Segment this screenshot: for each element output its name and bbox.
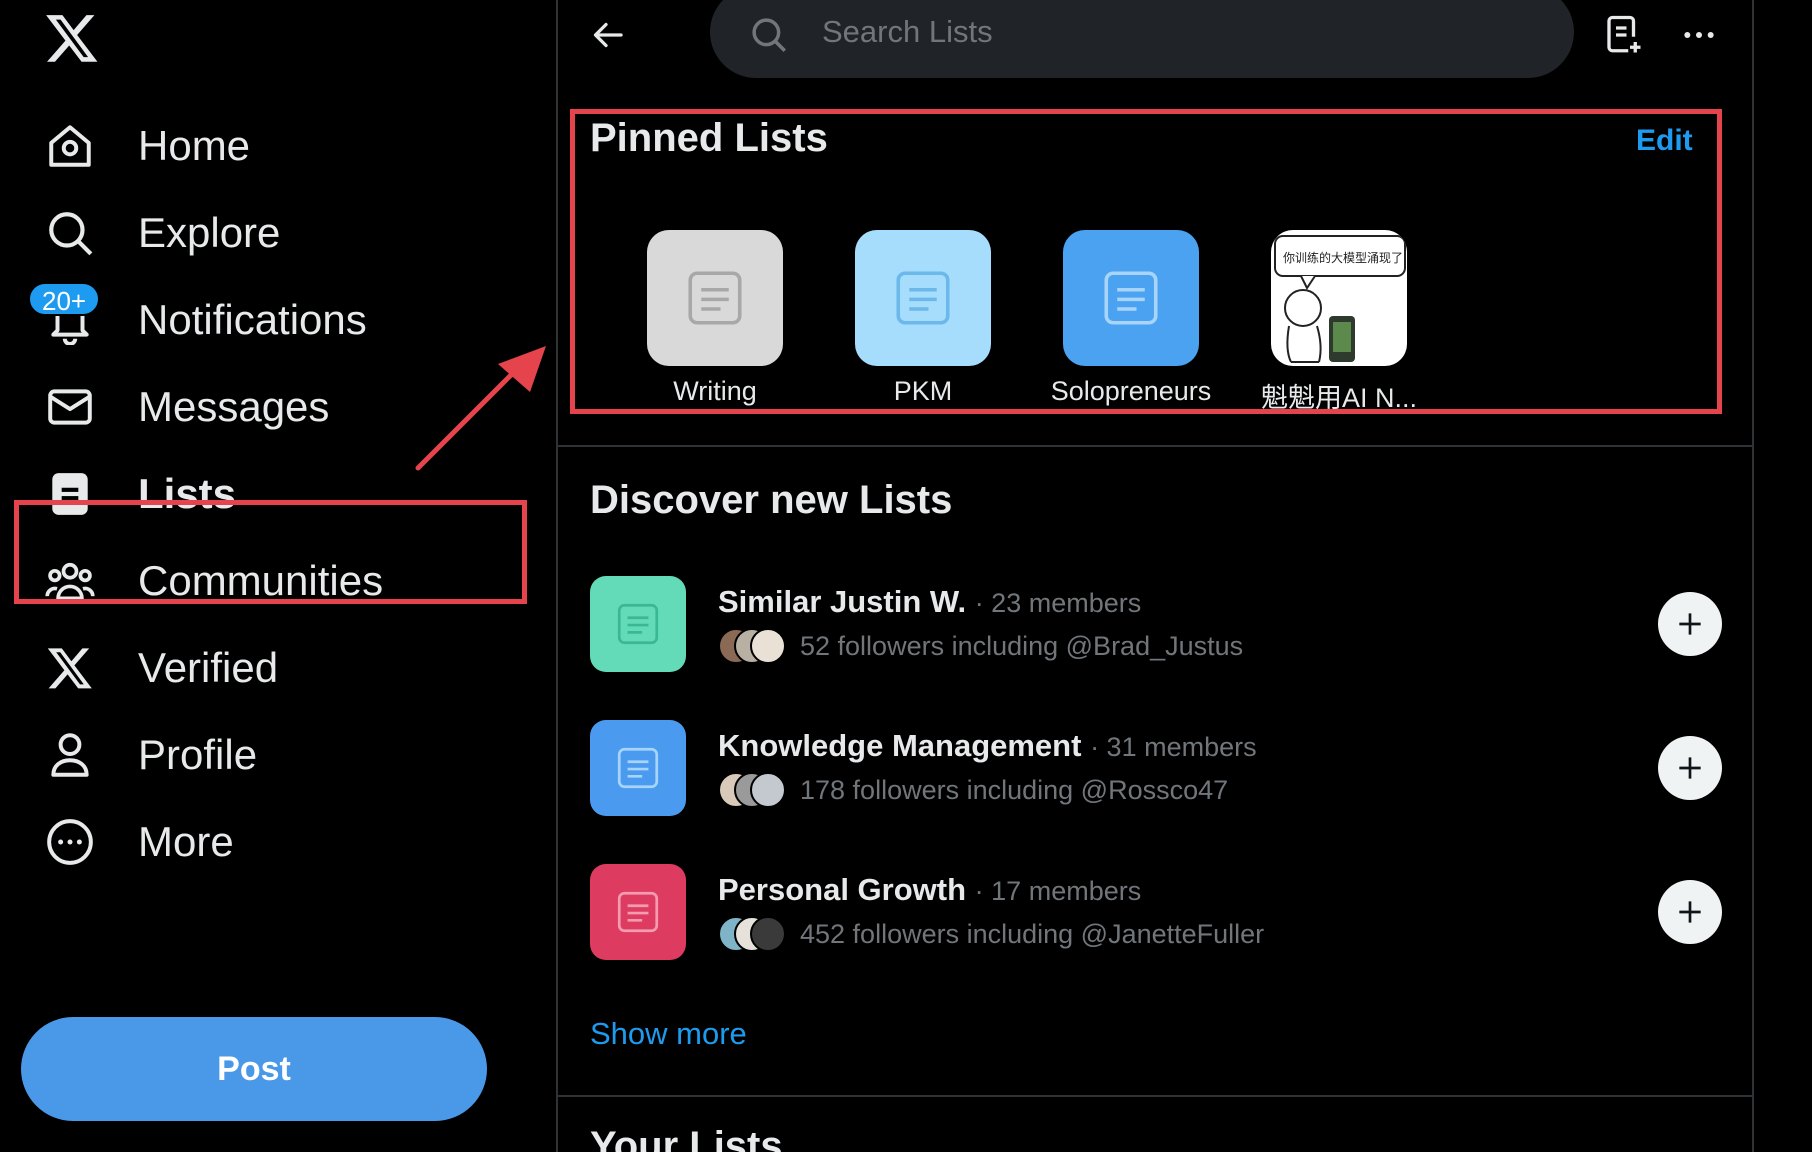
divider [558,1095,1752,1097]
list-name: Knowledge Management [718,728,1082,763]
plus-icon [1679,901,1701,923]
discover-list-item[interactable]: Personal Growth · 17 members 452 followe… [558,864,1752,1008]
annotation-box-lists [14,500,527,604]
more-circle-icon [44,816,96,868]
nav-profile[interactable]: Profile [16,705,526,805]
back-button[interactable] [584,10,634,60]
follower-avatars [718,628,790,664]
follow-list-button[interactable] [1658,592,1722,656]
member-count: · 23 members [974,588,1142,618]
discover-title: Discover new Lists [590,478,953,522]
follower-avatars [718,772,790,808]
plus-icon [1679,613,1701,635]
search-bar[interactable] [710,0,1574,78]
divider [558,445,1752,447]
follower-summary: 178 followers including @Rossco47 [800,775,1229,805]
more-options-button[interactable] [1674,10,1724,60]
discover-list-item[interactable]: Similar Justin W. · 23 members 52 follow… [558,576,1752,720]
follower-avatars [718,916,790,952]
nav-verified[interactable]: Verified [16,618,526,718]
your-lists-title: Your Lists [590,1124,783,1152]
plus-icon [1679,757,1701,779]
ellipsis-icon [1684,32,1714,38]
arrow-left-icon [593,22,623,48]
list-icon [590,864,686,960]
list-name: Similar Justin W. [718,584,967,619]
avatar [750,772,786,808]
create-list-icon [1607,15,1641,53]
follower-summary: 452 followers including @JanetteFuller [800,919,1265,949]
nav-label: Verified [138,644,279,691]
list-name: Personal Growth [718,872,967,907]
x-logo-icon[interactable] [44,10,100,66]
home-icon [44,120,96,172]
person-icon [44,729,96,781]
nav-home[interactable]: Home [16,96,526,196]
nav-label: Messages [138,383,330,430]
discover-list-item[interactable]: Knowledge Management · 31 members 178 fo… [558,720,1752,864]
x-logo-icon [44,642,96,694]
list-icon [590,576,686,672]
nav-explore[interactable]: Explore [16,183,526,283]
envelope-icon [44,381,96,433]
search-icon [44,207,96,259]
nav-label: Notifications [138,296,367,343]
nav-label: Explore [138,209,281,256]
nav-label: More [138,818,234,865]
search-icon [748,14,790,56]
nav-label: Home [138,122,251,169]
nav-label: Profile [138,731,258,778]
create-list-button[interactable] [1598,10,1648,60]
search-input[interactable] [822,0,1522,64]
list-icon [590,720,686,816]
follow-list-button[interactable] [1658,880,1722,944]
list-title: Personal Growth · 17 members [718,872,1141,908]
member-count: · 31 members [1090,732,1257,762]
list-title: Knowledge Management · 31 members [718,728,1257,764]
top-bar [558,0,1752,78]
member-count: · 17 members [974,876,1142,906]
post-button[interactable]: Post [21,1017,487,1121]
annotation-box-pinned [570,109,1722,414]
list-title: Similar Justin W. · 23 members [718,584,1141,620]
avatar [750,628,786,664]
show-more-link[interactable]: Show more [590,1016,747,1052]
follow-list-button[interactable] [1658,736,1722,800]
follower-summary: 52 followers including @Brad_Justus [800,631,1244,661]
nav-more[interactable]: More [16,792,526,892]
avatar [750,916,786,952]
notification-badge: 20+ [28,282,101,316]
annotation-arrow [415,346,546,471]
